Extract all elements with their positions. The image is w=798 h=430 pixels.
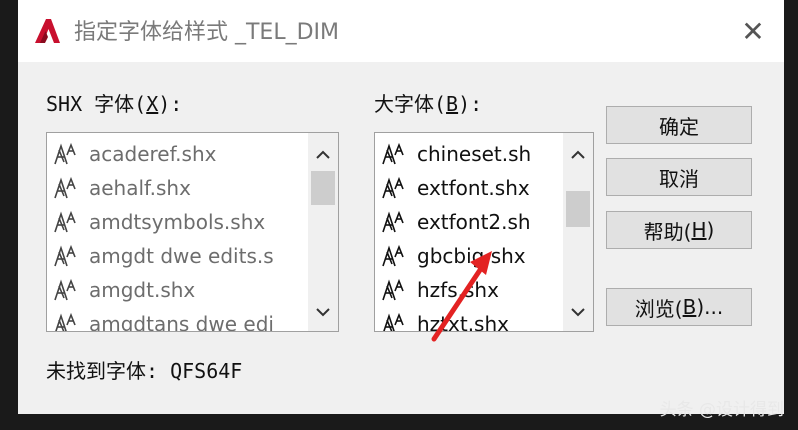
chevron-down-icon [316,307,330,316]
title-bar: 指定字体给样式 _TEL_DIM ✕ [18,0,784,62]
shx-item-label: acaderef.shx [89,142,217,166]
close-button[interactable]: ✕ [732,10,774,52]
chevron-up-icon [571,150,585,159]
scroll-up-button[interactable] [308,139,338,169]
list-item[interactable]: extfont.shx [375,171,531,205]
bigfont-item-label: gbcbig.shx [417,244,526,268]
shx-font-icon [54,278,76,301]
shx-label-text: SHX 字体( [46,92,147,116]
scroll-thumb[interactable] [566,191,590,227]
shx-font-icon [383,312,404,331]
list-item[interactable]: amdtsymbols.shx [47,205,274,239]
shx-font-icon [55,312,76,331]
shx-scrollbar[interactable] [308,133,338,331]
bigfont-item-label: chineset.sh [417,142,532,166]
window-title: 指定字体给样式 _TEL_DIM [74,20,339,45]
shx-font-icon [382,278,404,301]
shx-font-icon [54,210,76,233]
browse-button-prefix: 浏览( [634,296,683,321]
chevron-up-icon [316,150,330,159]
help-button[interactable]: 帮助(H) [606,211,752,249]
shx-font-list[interactable]: acaderef.shx aehalf.shx amdtsymbols.shx … [46,132,339,332]
shx-item-label: amgdt dwe edits.s [89,244,274,268]
shx-font-icon [54,176,76,199]
close-icon: ✕ [741,14,765,48]
scroll-down-button[interactable] [308,297,338,327]
list-item[interactable]: extfont2.sh [375,205,531,239]
browse-button-key: B [682,295,697,319]
browse-button-suffix: )... [696,295,724,319]
chevron-down-icon [571,307,585,316]
shx-font-icon [54,244,76,267]
list-item[interactable]: amgdt.shx [47,273,274,307]
shx-item-label: amgdtans dwe edi [89,312,274,332]
shx-label-end: ): [158,92,183,116]
big-font-label: 大字体(B): [374,88,482,117]
list-item[interactable]: amgdt dwe edits.s [47,239,274,273]
scroll-up-button[interactable] [563,139,593,169]
big-font-list[interactable]: chineset.sh extfont.shx extfont2.sh gbcb… [374,132,594,332]
autocad-logo-icon [35,19,60,43]
bigfont-label-key: B [446,92,459,116]
missing-font-status: 未找到字体: QFS64F [46,355,242,384]
ok-button[interactable]: 确定 [606,106,752,144]
list-item[interactable]: acaderef.shx [47,137,274,171]
shx-font-icon [382,244,404,267]
help-button-suffix: ) [706,218,715,242]
shx-item-label: aehalf.shx [89,176,191,200]
help-button-key: H [691,218,707,242]
cancel-button[interactable]: 取消 [606,158,752,196]
shx-label-key: X [146,92,159,116]
list-item[interactable]: hztxt.shx [375,307,531,332]
shx-font-icon [382,142,404,165]
shx-font-icon [382,210,404,233]
shx-font-icon [382,176,404,199]
font-dialog: 指定字体给样式 _TEL_DIM ✕ SHX 字体(X): acaderef.s… [18,0,784,414]
shx-font-icon [54,142,76,165]
shx-item-label: amdtsymbols.shx [89,210,266,234]
shx-item-label: amgdt.shx [89,278,196,302]
bigfont-label-text: 大字体( [374,92,447,116]
browse-button[interactable]: 浏览(B)... [606,288,752,326]
help-button-prefix: 帮助( [643,219,692,244]
list-item[interactable]: gbcbig.shx [375,239,531,273]
bigfont-item-label: hztxt.shx [417,312,509,332]
status-label: 未找到字体: [46,359,159,383]
bigfont-item-label: extfont.shx [417,176,530,200]
bigfont-scrollbar[interactable] [563,133,593,331]
watermark: 头条 @设计得到 [659,400,784,420]
bigfont-label-end: ): [458,92,483,116]
scroll-down-button[interactable] [563,297,593,327]
scroll-thumb[interactable] [311,171,335,205]
status-value: QFS64F [170,359,243,383]
list-item[interactable]: amgdtans dwe edi [47,307,274,332]
list-item[interactable]: aehalf.shx [47,171,274,205]
shx-font-label: SHX 字体(X): [46,88,182,117]
list-item[interactable]: chineset.sh [375,137,531,171]
list-item[interactable]: hzfs.shx [375,273,531,307]
bigfont-item-label: extfont2.sh [417,210,531,234]
bigfont-item-label: hzfs.shx [417,278,499,302]
